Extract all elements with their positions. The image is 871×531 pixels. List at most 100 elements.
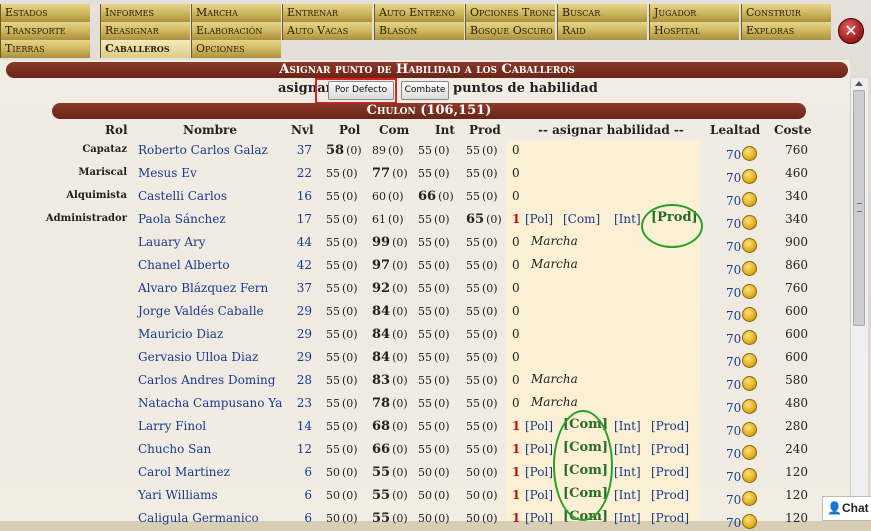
knight-name[interactable]: Caligula Germanico [138, 511, 259, 525]
knight-name[interactable]: Castelli Carlos [138, 189, 227, 203]
gold-coin-icon[interactable] [742, 445, 758, 460]
assign-int-link[interactable]: [Int] [614, 442, 641, 456]
gold-coin-icon[interactable] [742, 169, 758, 184]
gold-coin-icon[interactable] [742, 399, 758, 414]
assign-pol-link[interactable]: [Pol] [525, 488, 553, 502]
loyalty[interactable]: 70 [726, 399, 758, 415]
loyalty[interactable]: 70 [726, 468, 758, 484]
knight-name[interactable]: Yari Williams [138, 488, 218, 502]
knight-name[interactable]: Larry Finol [138, 419, 206, 433]
menu-item-jugador[interactable]: Jugador [649, 4, 739, 22]
knight-name[interactable]: Roberto Carlos Galaz [138, 143, 268, 157]
gold-coin-icon[interactable] [742, 514, 758, 529]
menu-item-elaboración[interactable]: Elaboración [191, 22, 281, 40]
gold-coin-icon[interactable] [742, 307, 758, 322]
knight-name[interactable]: Chanel Alberto [138, 258, 230, 272]
assign-int-link[interactable]: [Int] [614, 212, 641, 226]
menu-item-construir[interactable]: Construir [741, 4, 831, 22]
close-icon[interactable]: ✕ [838, 18, 864, 44]
scroll-up-icon[interactable] [855, 81, 863, 86]
assign-prod-link[interactable]: [Prod] [651, 442, 689, 456]
stat-int-value: 55 [418, 305, 432, 318]
gold-coin-icon[interactable] [742, 146, 758, 161]
menu-item-entrenar[interactable]: Entrenar [282, 4, 372, 22]
gold-coin-icon[interactable] [742, 376, 758, 391]
menu-item-bosque-oscuro[interactable]: Bosque Oscuro [465, 22, 555, 40]
menu-item-auto-vacas[interactable]: Auto Vacas [282, 22, 372, 40]
assign-pol-link[interactable]: [Pol] [525, 212, 553, 226]
menu-item-opciones[interactable]: Opciones [191, 40, 281, 58]
assign-prod-link[interactable]: [Prod] [651, 465, 689, 479]
menu-item-auto-entreno[interactable]: Auto Entreno [374, 4, 464, 22]
gold-coin-icon[interactable] [742, 261, 758, 276]
gold-coin-icon[interactable] [742, 491, 758, 506]
menu-item-raid[interactable]: Raid [557, 22, 647, 40]
menu-item-caballeros[interactable]: Caballeros [100, 40, 190, 58]
assign-prod-link[interactable]: [Prod] [651, 511, 689, 525]
knight-name[interactable]: Alvaro Blázquez Fern [138, 281, 268, 295]
loyalty[interactable]: 70 [726, 353, 758, 369]
menu-item-tierras[interactable]: Tierras [0, 40, 90, 58]
assign-int-link[interactable]: [Int] [614, 488, 641, 502]
assign-int-link[interactable]: [Int] [614, 465, 641, 479]
menu-item-opciones-tronco[interactable]: Opciones Tronco [465, 4, 555, 22]
chat-button[interactable]: 👤Chat [822, 496, 871, 521]
knight-name[interactable]: Lauary Ary [138, 235, 206, 249]
menu-item-transporte[interactable]: Transporte [0, 22, 90, 40]
assign-int-link[interactable]: [Int] [614, 419, 641, 433]
loyalty[interactable]: 70 [726, 376, 758, 392]
gold-coin-icon[interactable] [742, 468, 758, 483]
gold-coin-icon[interactable] [742, 422, 758, 437]
menu-item-estados[interactable]: Estados [0, 4, 90, 22]
loyalty[interactable]: 70 [726, 284, 758, 300]
loyalty[interactable]: 70 [726, 192, 758, 208]
loyalty[interactable]: 70 [726, 491, 758, 507]
menu-item-reasignar[interactable]: Reasignar [100, 22, 190, 40]
loyalty[interactable]: 70 [726, 307, 758, 323]
table-row: Caligula Germanico 6 50 (0) 55 (0) 50 (0) 50 (0) 1… [0, 508, 850, 531]
menu-item-marcha[interactable]: Marcha [191, 4, 281, 22]
menu-item-buscar[interactable]: Buscar [557, 4, 647, 22]
loyalty[interactable]: 70 [726, 261, 758, 277]
assign-prod-link[interactable]: [Prod] [651, 488, 689, 502]
menu-item-hospital[interactable]: Hospital [649, 22, 739, 40]
menu-item-exploras[interactable]: Exploras [741, 22, 831, 40]
gold-coin-icon[interactable] [742, 238, 758, 253]
assign-pol-link[interactable]: [Pol] [525, 511, 553, 525]
loyalty[interactable]: 70 [726, 169, 758, 185]
assign-int-link[interactable]: [Int] [614, 511, 641, 525]
knight-name[interactable]: Paola Sánchez [138, 212, 226, 226]
combat-button[interactable]: Combate [401, 81, 449, 100]
scroll-thumb[interactable] [853, 90, 865, 326]
loyalty[interactable]: 70 [726, 238, 758, 254]
knight-name[interactable]: Carlos Andres Doming [138, 373, 275, 387]
loyalty-value: 70 [726, 447, 742, 461]
knight-name[interactable]: Chucho San [138, 442, 211, 456]
loyalty[interactable]: 70 [726, 146, 758, 162]
assign-pol-link[interactable]: [Pol] [525, 465, 553, 479]
loyalty[interactable]: 70 [726, 330, 758, 346]
assign-pol-link[interactable]: [Pol] [525, 442, 553, 456]
knight-name[interactable]: Natacha Campusano Ya [138, 396, 282, 410]
knight-name[interactable]: Jorge Valdés Caballe [138, 304, 264, 318]
gold-coin-icon[interactable] [742, 284, 758, 299]
loyalty[interactable]: 70 [726, 215, 758, 231]
loyalty[interactable]: 70 [726, 514, 758, 530]
loyalty[interactable]: 70 [726, 445, 758, 461]
knight-name[interactable]: Mauricio Diaz [138, 327, 223, 341]
gold-coin-icon[interactable] [742, 215, 758, 230]
assign-pol-link[interactable]: [Pol] [525, 419, 553, 433]
menu-item-blasón[interactable]: Blasón [374, 22, 464, 40]
knight-name[interactable]: Gervasio Ulloa Diaz [138, 350, 258, 364]
skill-points: 0 [512, 350, 520, 364]
loyalty[interactable]: 70 [726, 422, 758, 438]
assign-com-link[interactable]: [Com] [563, 212, 600, 226]
scrollbar[interactable] [850, 78, 868, 521]
gold-coin-icon[interactable] [742, 330, 758, 345]
knight-name[interactable]: Carol Martinez [138, 465, 230, 479]
assign-prod-link[interactable]: [Prod] [651, 419, 689, 433]
knight-name[interactable]: Mesus Ev [138, 166, 197, 180]
gold-coin-icon[interactable] [742, 192, 758, 207]
gold-coin-icon[interactable] [742, 353, 758, 368]
menu-item-informes[interactable]: Informes [100, 4, 190, 22]
